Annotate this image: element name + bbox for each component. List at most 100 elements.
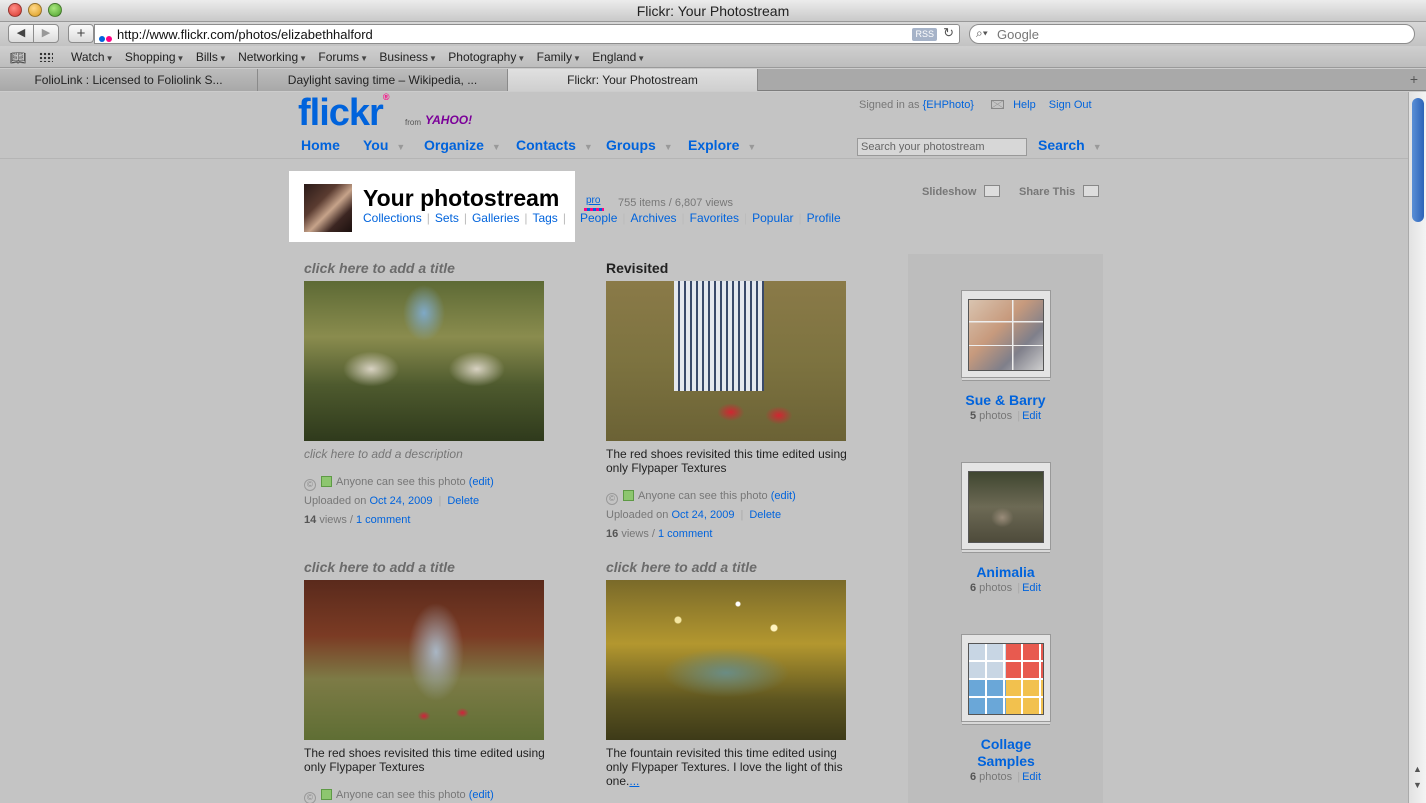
flickr-favicon-icon <box>99 31 113 42</box>
subnav-popular[interactable]: Popular <box>752 211 793 225</box>
upload-date-link[interactable]: Oct 24, 2009 <box>671 509 734 521</box>
visibility-icon <box>623 490 634 501</box>
scroll-down-icon[interactable]: ▼ <box>1413 780 1422 790</box>
share-button[interactable]: Share This <box>1019 185 1100 198</box>
scrollbar-thumb[interactable] <box>1412 98 1424 222</box>
tab-flickr-active[interactable]: Flickr: Your Photostream <box>508 69 758 91</box>
set-title[interactable]: Collage Samples <box>966 736 1046 770</box>
zoom-window-button[interactable] <box>48 3 62 17</box>
tab-wikipedia[interactable]: Daylight saving time – Wikipedia, ... <box>258 69 508 91</box>
dropdown-arrow-icon: ▼ <box>583 142 593 152</box>
search-button[interactable]: Search ▼ <box>1038 137 1102 153</box>
set-item[interactable]: Animalia 6 photos | Edit <box>908 462 1103 594</box>
set-edit-link[interactable]: Edit <box>1022 582 1041 594</box>
username-link[interactable]: {EHPhoto} <box>923 99 974 111</box>
subnav-collections[interactable]: Collections <box>363 211 422 225</box>
more-link[interactable]: ... <box>629 774 639 788</box>
set-title[interactable]: Animalia <box>908 564 1103 581</box>
browser-search-field[interactable]: ⌕▾ Google <box>969 24 1415 44</box>
back-button[interactable]: ◀ <box>8 24 34 43</box>
photo-description[interactable]: The fountain revisited this time edited … <box>606 746 851 788</box>
photostream-search-input[interactable]: Search your photostream <box>857 138 1027 156</box>
nav-contacts[interactable]: Contacts ▼ <box>516 137 593 153</box>
open-book-icon[interactable]: 📖︎ <box>10 50 27 66</box>
comments-link[interactable]: 1 comment <box>356 514 410 526</box>
add-bookmark-button[interactable]: + <box>68 24 94 43</box>
item-view-counts: 755 items / 6,807 views <box>618 197 733 209</box>
set-thumbnail <box>967 471 1044 543</box>
nav-organize[interactable]: Organize ▼ <box>424 137 501 153</box>
set-thumbnail-frame[interactable] <box>960 634 1051 722</box>
nav-groups[interactable]: Groups ▼ <box>606 137 673 153</box>
upload-date-link[interactable]: Oct 24, 2009 <box>369 495 432 507</box>
delete-link[interactable]: Delete <box>447 495 479 507</box>
set-meta: 6 photos | Edit <box>969 582 1042 594</box>
new-tab-icon[interactable]: + <box>1410 71 1418 87</box>
photo-title[interactable]: click here to add a title <box>304 260 554 278</box>
minimize-window-button[interactable] <box>28 3 42 17</box>
nav-home[interactable]: Home <box>301 137 340 153</box>
subnav-sets[interactable]: Sets <box>435 211 459 225</box>
avatar[interactable] <box>304 184 352 232</box>
reload-icon[interactable]: ↻ <box>943 25 954 41</box>
bookmark-folder-bills[interactable]: Bills▼ <box>196 50 227 64</box>
bookmark-folder-forums[interactable]: Forums▼ <box>318 50 368 64</box>
photo-title[interactable]: click here to add a title <box>606 559 856 577</box>
subnav-profile[interactable]: Profile <box>807 211 841 225</box>
subnav-people[interactable]: People <box>580 211 617 225</box>
photo-description[interactable]: The red shoes revisited this time edited… <box>606 447 851 475</box>
nav-you[interactable]: You ▼ <box>363 137 405 153</box>
edit-privacy-link[interactable]: (edit) <box>771 490 796 502</box>
set-thumbnail <box>967 643 1044 715</box>
photo-description[interactable]: The red shoes revisited this time edited… <box>304 746 549 774</box>
bookmark-folder-shopping[interactable]: Shopping▼ <box>125 50 185 64</box>
subnav-tags[interactable]: Tags <box>532 211 557 225</box>
subnav-galleries[interactable]: Galleries <box>472 211 519 225</box>
mail-icon[interactable] <box>991 100 1005 109</box>
subnav-favorites[interactable]: Favorites <box>690 211 739 225</box>
photo-title[interactable]: click here to add a title <box>304 559 554 577</box>
set-edit-link[interactable]: Edit <box>1022 410 1041 422</box>
bookmark-folder-networking[interactable]: Networking▼ <box>238 50 307 64</box>
vertical-scrollbar[interactable]: ▲ ▼ <box>1408 92 1426 803</box>
rss-button[interactable]: RSS <box>912 28 937 41</box>
photo-description[interactable]: click here to add a description <box>304 447 549 461</box>
top-sites-grid-icon[interactable] <box>39 52 53 62</box>
delete-link[interactable]: Delete <box>749 509 781 521</box>
photo-image[interactable] <box>606 281 846 441</box>
bookmark-folder-business[interactable]: Business▼ <box>379 50 437 64</box>
yahoo-logo: YAHOO! <box>425 113 473 127</box>
close-window-button[interactable] <box>8 3 22 17</box>
nav-explore[interactable]: Explore ▼ <box>688 137 756 153</box>
photo-image[interactable] <box>304 580 544 740</box>
set-edit-link[interactable]: Edit <box>1022 771 1041 783</box>
set-thumbnail-frame[interactable] <box>960 462 1051 550</box>
photo-image[interactable] <box>304 281 544 441</box>
comments-link[interactable]: 1 comment <box>658 528 712 540</box>
set-thumbnail-frame[interactable] <box>960 290 1051 378</box>
address-bar[interactable]: http://www.flickr.com/photos/elizabethha… <box>94 24 960 44</box>
sign-out-link[interactable]: Sign Out <box>1049 99 1092 111</box>
tab-foliolink[interactable]: FolioLink : Licensed to Foliolink S... <box>0 69 258 91</box>
bookmark-folder-england[interactable]: England▼ <box>592 50 645 64</box>
subnav-archives[interactable]: Archives <box>631 211 677 225</box>
window-title: Flickr: Your Photostream <box>636 3 790 19</box>
slideshow-button[interactable]: Slideshow <box>922 185 1001 198</box>
scroll-up-icon[interactable]: ▲ <box>1413 764 1422 774</box>
set-item[interactable]: Sue & Barry 5 photos | Edit <box>908 290 1103 422</box>
edit-privacy-link[interactable]: (edit) <box>469 789 494 801</box>
bookmark-folder-watch[interactable]: Watch▼ <box>71 50 113 64</box>
photo-title[interactable]: Revisited <box>606 260 856 278</box>
help-link[interactable]: Help <box>1013 99 1036 111</box>
photo-meta: © Anyone can see this photo (edit) <box>304 786 554 803</box>
bookmark-folder-family[interactable]: Family▼ <box>537 50 581 64</box>
set-title[interactable]: Sue & Barry <box>908 392 1103 409</box>
photo-image[interactable] <box>606 580 846 740</box>
edit-privacy-link[interactable]: (edit) <box>469 476 494 488</box>
dropdown-arrow-icon: ▼ <box>747 142 757 152</box>
forward-button[interactable]: ▶ <box>33 24 59 43</box>
flickr-logo[interactable]: flickr® from YAHOO! <box>298 92 472 135</box>
set-item[interactable]: Collage Samples 6 photos | Edit <box>908 634 1103 783</box>
bookmark-folder-photography[interactable]: Photography▼ <box>448 50 525 64</box>
pro-badge[interactable]: pro <box>586 195 600 206</box>
